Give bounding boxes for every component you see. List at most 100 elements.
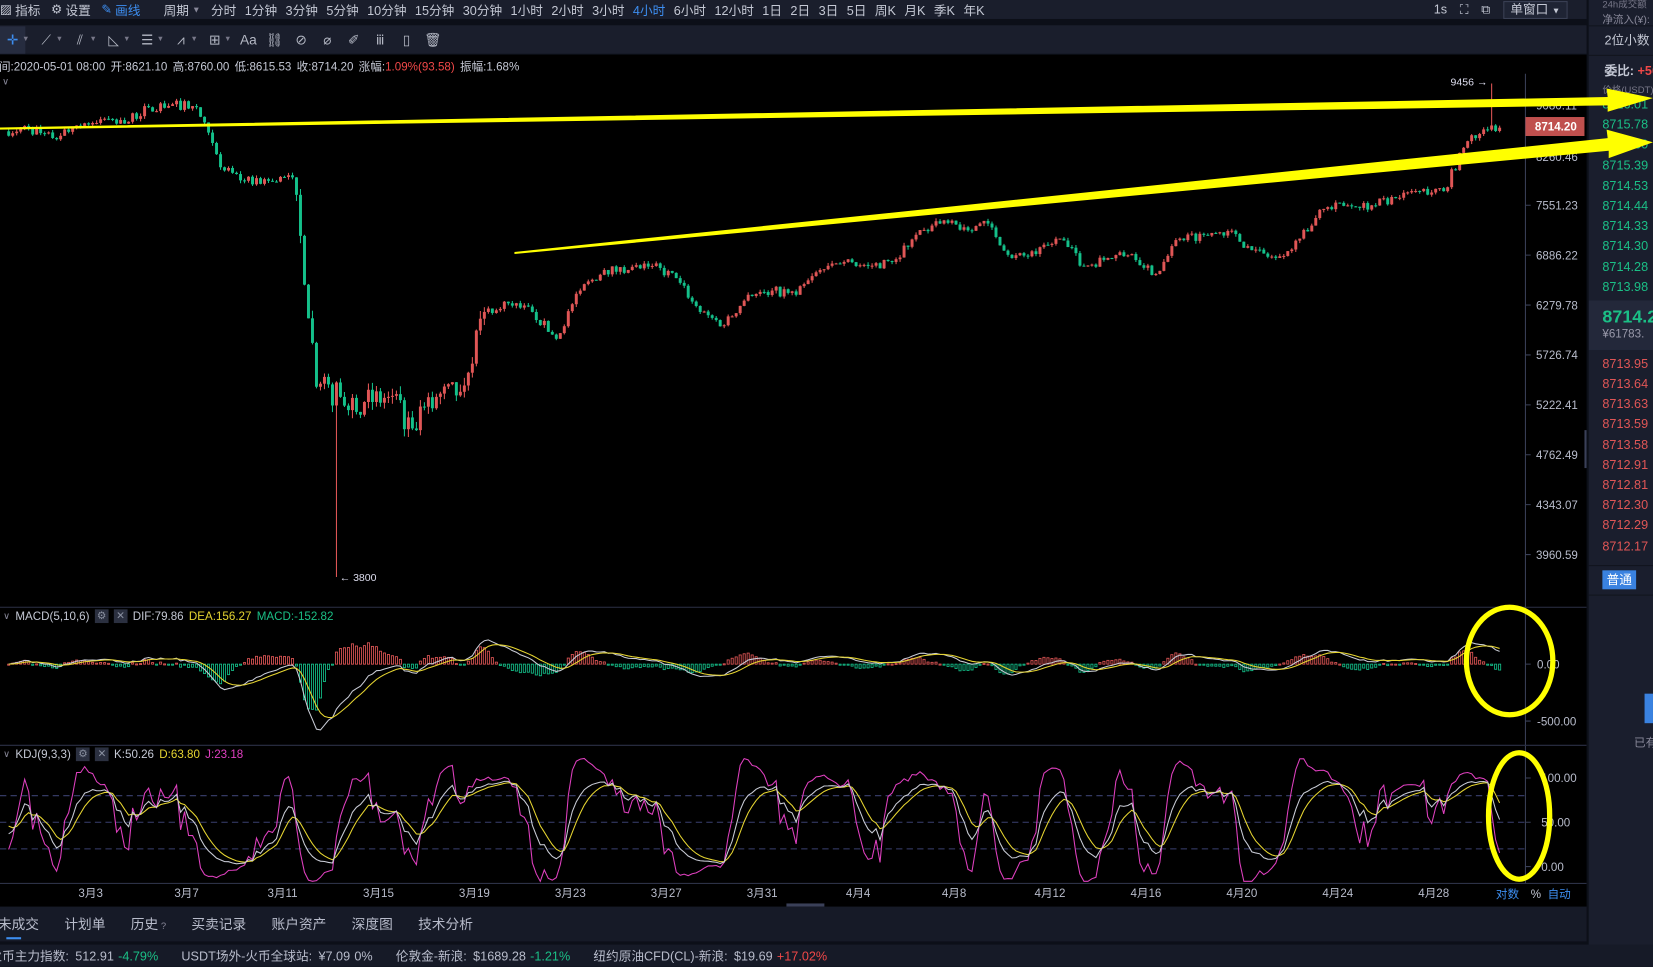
macd-close-icon[interactable]: ✕ — [113, 609, 128, 624]
candle-body[interactable] — [346, 405, 350, 411]
candle-body[interactable] — [606, 269, 610, 275]
candle-body[interactable] — [446, 384, 450, 387]
log-scale-toggle[interactable]: 对数 — [1496, 887, 1520, 901]
candle-body[interactable] — [151, 107, 155, 112]
candle-body[interactable] — [79, 125, 83, 127]
candle-body[interactable] — [1458, 152, 1462, 171]
candle-body[interactable] — [267, 179, 270, 181]
candle-body[interactable] — [15, 131, 19, 134]
candle-body[interactable] — [822, 269, 826, 271]
candle-body[interactable] — [826, 265, 830, 270]
candle-body[interactable] — [1410, 191, 1414, 193]
caret-down-icon[interactable]: ▼ — [89, 36, 96, 43]
candle-body[interactable] — [1358, 206, 1362, 208]
candle-body[interactable] — [1346, 205, 1350, 207]
candle-body[interactable] — [1402, 192, 1406, 198]
settings-button[interactable]: ⚙ 设置 — [51, 1, 91, 19]
candle-body[interactable] — [946, 220, 950, 223]
text-tool[interactable]: Aa — [236, 26, 261, 53]
candle-body[interactable] — [530, 306, 534, 312]
kdj-close-icon[interactable]: ✕ — [95, 747, 109, 762]
candle-body[interactable] — [994, 227, 998, 237]
candle-body[interactable] — [906, 245, 910, 247]
candle-body[interactable] — [1210, 232, 1214, 236]
period-3[interactable]: 5分钟 — [326, 1, 358, 19]
candle-body[interactable] — [139, 116, 143, 119]
period-5[interactable]: 15分钟 — [415, 1, 454, 19]
candle-body[interactable] — [187, 101, 191, 109]
candle-body[interactable] — [1014, 255, 1018, 258]
candle-body[interactable] — [1338, 202, 1342, 204]
candle-body[interactable] — [1310, 225, 1314, 232]
candle-body[interactable] — [1178, 238, 1182, 241]
candle-body[interactable] — [726, 316, 730, 326]
candle-body[interactable] — [442, 386, 446, 394]
action-button[interactable] — [1644, 693, 1653, 724]
candle-body[interactable] — [470, 363, 474, 373]
candle-body[interactable] — [183, 101, 187, 110]
caret-down-icon[interactable]: ▼ — [190, 36, 197, 43]
candle-body[interactable] — [774, 286, 778, 291]
link-tool[interactable]: ⛓ — [262, 26, 287, 53]
tab-6[interactable]: 技术分析 — [418, 907, 473, 942]
candle-body[interactable] — [610, 266, 614, 275]
caret-down-icon[interactable]: ▼ — [123, 36, 130, 43]
period-11[interactable]: 6小时 — [674, 1, 706, 19]
candle-body[interactable] — [986, 220, 990, 224]
candle-body[interactable] — [490, 308, 494, 313]
candle-body[interactable] — [227, 167, 231, 171]
candle-body[interactable] — [766, 292, 770, 295]
candle-body[interactable] — [175, 100, 179, 105]
candle-body[interactable] — [207, 122, 211, 133]
candle-body[interactable] — [1118, 252, 1122, 256]
candle-body[interactable] — [598, 274, 602, 281]
candle-body[interactable] — [307, 284, 310, 319]
candle-body[interactable] — [958, 224, 962, 230]
candle-body[interactable] — [1050, 243, 1054, 245]
candle-body[interactable] — [275, 181, 278, 183]
candle-body[interactable] — [574, 293, 578, 305]
candle-body[interactable] — [982, 220, 986, 224]
candle-body[interactable] — [35, 127, 39, 135]
candle-body[interactable] — [834, 263, 838, 265]
candle-body[interactable] — [586, 281, 590, 285]
candle-body[interactable] — [578, 290, 582, 294]
candle-body[interactable] — [1170, 246, 1174, 256]
candle-body[interactable] — [1362, 203, 1366, 208]
macd-settings-icon[interactable]: ⚙ — [94, 609, 109, 624]
candle-body[interactable] — [950, 220, 954, 223]
auto-scale-toggle[interactable]: 自动 — [1548, 888, 1571, 901]
candle-body[interactable] — [155, 111, 159, 113]
period-0[interactable]: 分时 — [211, 1, 236, 19]
candle-body[interactable] — [1334, 202, 1338, 210]
candle-body[interactable] — [478, 318, 482, 331]
fullscreen-icon[interactable]: ⛶ — [1460, 2, 1469, 18]
candle-body[interactable] — [518, 303, 522, 308]
candle-body[interactable] — [438, 393, 442, 397]
candle-body[interactable] — [119, 120, 123, 124]
candle-body[interactable] — [1258, 249, 1262, 251]
bid-price[interactable]: 8713.59 — [1589, 415, 1653, 435]
candle-body[interactable] — [1474, 135, 1478, 139]
candle-body[interactable] — [1046, 244, 1050, 246]
candle-body[interactable] — [546, 320, 550, 332]
candle-body[interactable] — [482, 311, 486, 319]
candle-body[interactable] — [1454, 169, 1458, 171]
candle-body[interactable] — [1006, 250, 1010, 255]
candle-body[interactable] — [514, 303, 518, 306]
candle-body[interactable] — [87, 123, 91, 125]
indicators-button[interactable]: ▨ 指标 — [0, 1, 40, 19]
candle-body[interactable] — [1254, 249, 1258, 251]
candle-body[interactable] — [1102, 257, 1106, 260]
bid-price[interactable]: 8713.58 — [1589, 435, 1653, 455]
candle-body[interactable] — [570, 304, 574, 312]
candle-body[interactable] — [1142, 265, 1146, 268]
candle-body[interactable] — [690, 297, 694, 302]
help-icon[interactable]: ? — [158, 920, 166, 931]
candle-body[interactable] — [330, 384, 334, 406]
candle-body[interactable] — [426, 397, 430, 407]
candle-body[interactable] — [618, 267, 622, 272]
candle-body[interactable] — [614, 266, 618, 272]
candle-body[interactable] — [1094, 264, 1098, 267]
candle-body[interactable] — [1446, 187, 1450, 192]
